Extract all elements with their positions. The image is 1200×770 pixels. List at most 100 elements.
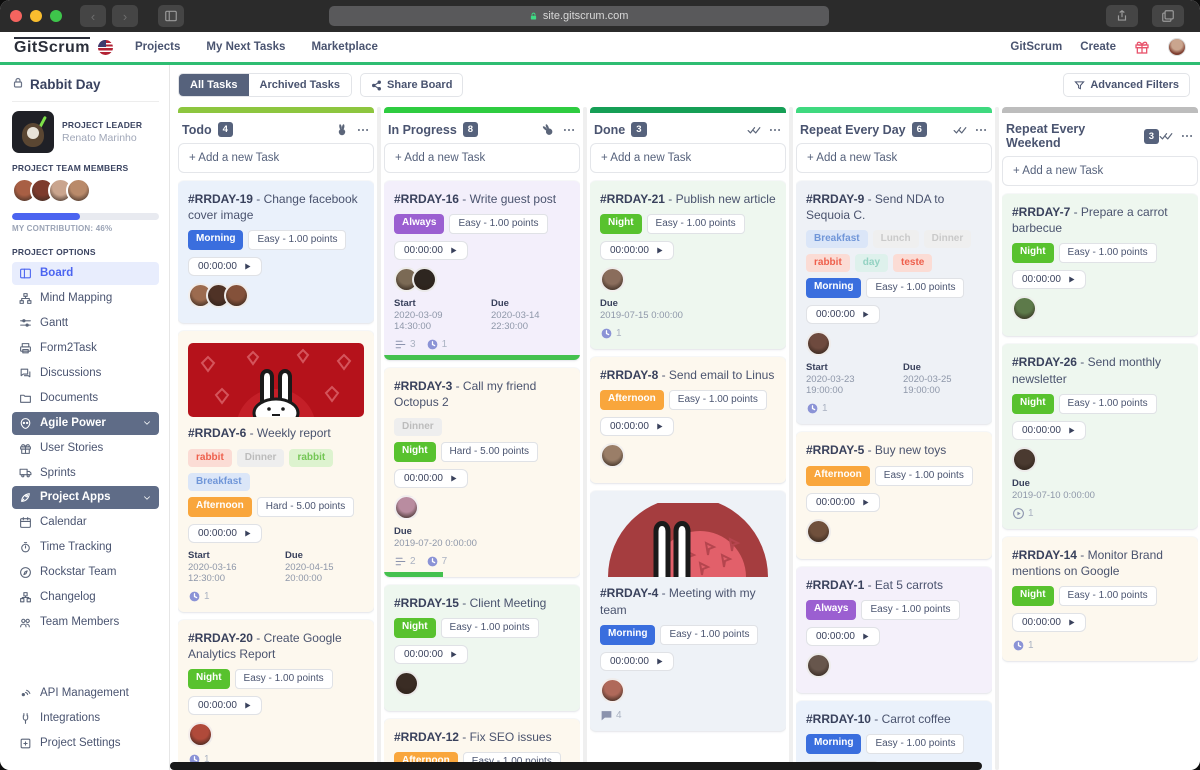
column-scrollbar-track[interactable] <box>583 107 587 770</box>
sidebar-item-rockstar-team[interactable]: Rockstar Team <box>12 561 159 584</box>
assignee-avatar[interactable] <box>224 283 249 309</box>
play-icon[interactable] <box>1067 426 1076 435</box>
sidebar-item-project-apps[interactable]: Project Apps <box>12 486 159 510</box>
timer-chip[interactable]: 00:00:00 <box>1012 420 1086 440</box>
forward-button[interactable]: › <box>112 5 138 27</box>
user-avatar[interactable] <box>1168 38 1186 56</box>
horizontal-scrollbar-thumb[interactable] <box>170 762 982 770</box>
advanced-filters-button[interactable]: Advanced Filters <box>1063 73 1190 97</box>
task-card[interactable]: #RRDAY-1 - Eat 5 carrots Always Easy - 1.0… <box>796 566 992 693</box>
assignee-avatar[interactable] <box>1012 296 1037 322</box>
add-task-input[interactable]: + Add a new Task <box>384 143 580 173</box>
sidebar-item-discussions[interactable]: Discussions <box>12 362 159 385</box>
sidebar-item-team-members[interactable]: Team Members <box>12 611 159 634</box>
tab-all-tasks[interactable]: All Tasks <box>179 74 249 96</box>
assignee-avatar[interactable] <box>806 652 831 678</box>
sidebar-item-board[interactable]: Board <box>12 262 159 285</box>
assignee-avatar[interactable] <box>600 443 625 469</box>
task-card[interactable]: #RRDAY-15 - Client Meeting Night Easy - 1.… <box>384 584 580 711</box>
sidebar-item-changelog[interactable]: Changelog <box>12 586 159 609</box>
play-icon[interactable] <box>449 650 458 659</box>
timer-chip[interactable]: 00:00:00 <box>600 651 674 671</box>
assignee-avatar[interactable] <box>188 721 213 747</box>
nav-link-marketplace[interactable]: Marketplace <box>311 41 377 53</box>
task-card[interactable]: #RRDAY-5 - Buy new toys Afternoon Easy - 1… <box>796 432 992 559</box>
leader-avatar[interactable] <box>12 111 54 153</box>
sidebar-item-calendar[interactable]: Calendar <box>12 511 159 534</box>
assignee-avatar[interactable] <box>1012 446 1037 472</box>
tab-archived-tasks[interactable]: Archived Tasks <box>248 74 352 96</box>
timer-chip[interactable]: 00:00:00 <box>188 257 262 277</box>
assignee-avatar[interactable] <box>600 677 625 703</box>
sidebar-item-mind-mapping[interactable]: Mind Mapping <box>12 287 159 310</box>
sidebar-item-gantt[interactable]: Gantt <box>12 312 159 335</box>
timer-chip[interactable]: 00:00:00 <box>1012 270 1086 290</box>
task-card[interactable]: #RRDAY-10 - Carrot coffee Morning Easy - 1… <box>796 700 992 770</box>
play-icon[interactable] <box>449 474 458 483</box>
close-window-button[interactable] <box>10 10 22 22</box>
sidebar-item-time-tracking[interactable]: Time Tracking <box>12 536 159 559</box>
task-card[interactable]: #RRDAY-3 - Call my friend Octopus 2 Dinne… <box>384 368 580 577</box>
task-card[interactable]: #RRDAY-6 - Weekly report rabbit Dinner rabb… <box>178 331 374 612</box>
timer-chip[interactable]: 00:00:00 <box>188 695 262 715</box>
dots-icon[interactable] <box>356 123 370 137</box>
dots-icon[interactable] <box>768 123 782 137</box>
play-icon[interactable] <box>243 262 252 271</box>
add-task-input[interactable]: + Add a new Task <box>590 143 786 173</box>
play-icon[interactable] <box>243 701 252 710</box>
team-member-avatar[interactable] <box>66 178 91 203</box>
timer-chip[interactable]: 00:00:00 <box>188 523 262 543</box>
dots-icon[interactable] <box>562 123 576 137</box>
task-card[interactable]: #RRDAY-26 - Send monthly newsletter Night… <box>1002 344 1198 529</box>
sidebar-item-sprints[interactable]: Sprints <box>12 462 159 485</box>
us-flag-icon[interactable] <box>98 39 114 55</box>
share-page-button[interactable] <box>1105 5 1138 27</box>
timer-chip[interactable]: 00:00:00 <box>394 468 468 488</box>
play-icon[interactable] <box>449 246 458 255</box>
column-scrollbar-track[interactable] <box>377 107 381 770</box>
assignee-avatar[interactable] <box>806 518 831 544</box>
timer-chip[interactable]: 00:00:00 <box>1012 613 1086 633</box>
nav-link-projects[interactable]: Projects <box>135 41 180 53</box>
task-card[interactable]: #RRDAY-14 - Monitor Brand mentions on Go… <box>1002 536 1198 662</box>
back-button[interactable]: ‹ <box>80 5 106 27</box>
minimize-window-button[interactable] <box>30 10 42 22</box>
share-board-button[interactable]: Share Board <box>360 73 464 97</box>
zoom-window-button[interactable] <box>50 10 62 22</box>
task-card[interactable]: #RRDAY-8 - Send email to Linus Afternoon E… <box>590 357 786 484</box>
sidebar-item-documents[interactable]: Documents <box>12 387 159 410</box>
dots-icon[interactable] <box>1180 129 1194 143</box>
sidebar-item-agile-power[interactable]: Agile Power <box>12 411 159 435</box>
timer-chip[interactable]: 00:00:00 <box>600 241 674 261</box>
add-task-input[interactable]: + Add a new Task <box>178 143 374 173</box>
play-icon[interactable] <box>861 498 870 507</box>
add-task-input[interactable]: + Add a new Task <box>796 143 992 173</box>
task-card[interactable]: #RRDAY-4 - Meeting with my team Morning Ea… <box>590 491 786 731</box>
add-task-input[interactable]: + Add a new Task <box>1002 156 1198 186</box>
address-bar[interactable]: site.gitscrum.com <box>328 6 829 26</box>
timer-chip[interactable]: 00:00:00 <box>394 241 468 261</box>
sidebar-item-project-settings[interactable]: Project Settings <box>12 732 159 755</box>
assignee-avatar[interactable] <box>600 267 625 293</box>
assignee-avatar[interactable] <box>412 267 437 293</box>
nav-link-gitscrum[interactable]: GitScrum <box>1010 41 1062 53</box>
gitscrum-logo[interactable]: GitScrum <box>14 36 91 57</box>
task-card[interactable]: #RRDAY-20 - Create Google Analytics Repo… <box>178 619 374 770</box>
task-card[interactable]: #RRDAY-19 - Change facebook cover image M… <box>178 181 374 324</box>
play-icon[interactable] <box>243 529 252 538</box>
play-icon[interactable] <box>655 246 664 255</box>
play-icon[interactable] <box>1067 618 1076 627</box>
tabs-overview-button[interactable] <box>1151 5 1184 27</box>
nav-link-my-next-tasks[interactable]: My Next Tasks <box>206 41 285 53</box>
sidebar-item-api-management[interactable]: API Management <box>12 682 159 705</box>
sidebar-item-user-stories[interactable]: User Stories <box>12 437 159 460</box>
timer-chip[interactable]: 00:00:00 <box>806 626 880 646</box>
assignee-avatar[interactable] <box>394 670 419 696</box>
timer-chip[interactable]: 00:00:00 <box>600 417 674 437</box>
assignee-avatar[interactable] <box>806 331 831 357</box>
play-icon[interactable] <box>861 310 870 319</box>
sidebar-item-integrations[interactable]: Integrations <box>12 707 159 730</box>
play-icon[interactable] <box>655 422 664 431</box>
timer-chip[interactable]: 00:00:00 <box>806 492 880 512</box>
task-card[interactable]: #RRDAY-7 - Prepare a carrot barbecue Nigh… <box>1002 194 1198 337</box>
